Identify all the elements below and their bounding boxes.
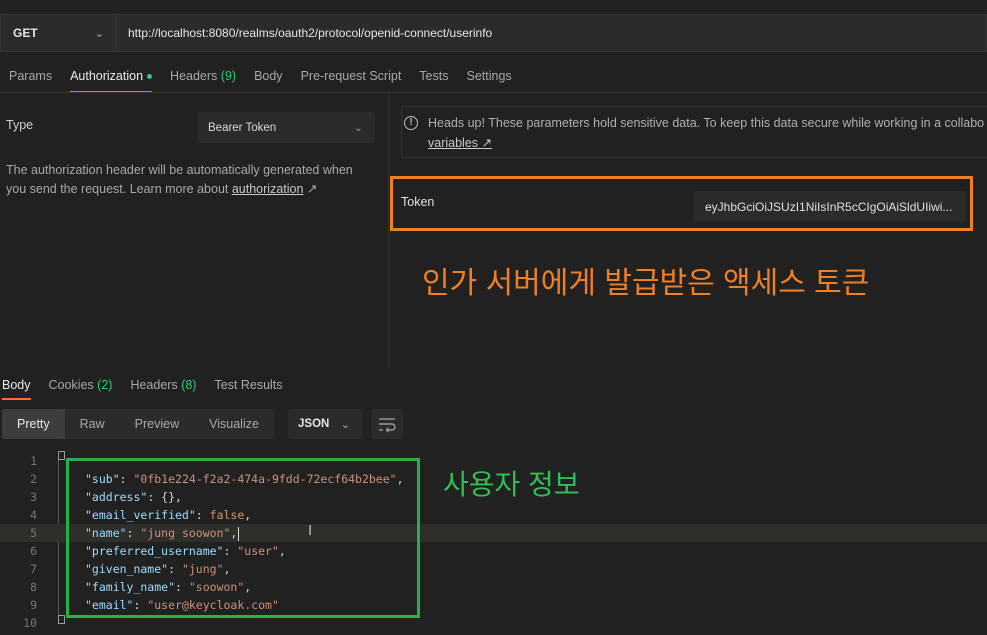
view-raw-button[interactable]: Raw	[65, 409, 120, 439]
tab-headers[interactable]: Headers (9)	[161, 62, 245, 92]
method-label: GET	[13, 26, 38, 40]
auth-type-label: Type	[6, 118, 34, 132]
tab-label: Body	[254, 69, 283, 83]
view-preview-button[interactable]: Preview	[120, 409, 194, 439]
token-annotation: 인가 서버에게 발급받은 액세스 토큰	[422, 267, 870, 300]
view-mode-group: Pretty Raw Preview Visualize	[2, 409, 274, 439]
method-select[interactable]: GET ⌄	[0, 14, 116, 52]
line-number: 10	[23, 616, 37, 630]
url-input[interactable]: http://localhost:8080/realms/oauth2/prot…	[116, 14, 987, 52]
variables-link[interactable]: variables	[428, 136, 478, 150]
line-number: 8	[30, 580, 37, 594]
format-select[interactable]: JSON ⌄	[288, 409, 362, 439]
tab-label: Params	[9, 69, 53, 83]
chevron-down-icon: ⌄	[340, 419, 350, 431]
tab-test-results[interactable]: Test Results	[214, 372, 290, 398]
tab-label: Tests	[419, 69, 449, 83]
tab-count: (2)	[97, 378, 113, 392]
line-number: 2	[30, 472, 37, 486]
tab-label: Settings	[466, 69, 512, 83]
view-pretty-button[interactable]: Pretty	[2, 409, 65, 439]
view-visualize-button[interactable]: Visualize	[194, 409, 274, 439]
response-tabs: Body Cookies (2) Headers (8) Test Result…	[0, 372, 299, 400]
line-number: 5	[30, 526, 37, 540]
wrap-lines-button[interactable]	[371, 409, 403, 439]
notice-link-row: variables ↗	[428, 135, 492, 150]
line-number: 1	[30, 454, 37, 468]
tab-body[interactable]: Body	[245, 62, 292, 92]
userinfo-annotation: 사용자 정보	[443, 469, 580, 500]
userinfo-highlight-box	[66, 458, 420, 618]
notice-text: Heads up! These parameters hold sensitiv…	[428, 116, 985, 130]
tab-tests[interactable]: Tests	[410, 62, 457, 92]
line-number: 6	[30, 544, 37, 558]
tab-params[interactable]: Params	[0, 62, 61, 92]
auth-type-select[interactable]: Bearer Token ⌄	[198, 112, 375, 143]
auth-type-value: Bearer Token	[208, 121, 277, 134]
info-icon: !	[404, 116, 418, 130]
tab-response-headers[interactable]: Headers (8)	[130, 372, 204, 398]
text-cursor-icon: I	[308, 522, 313, 539]
tab-label: Test Results	[214, 378, 283, 392]
line-number: 4	[30, 508, 37, 522]
auth-description: The authorization header will be automat…	[6, 161, 376, 199]
external-link-icon: ↗	[481, 136, 492, 150]
tab-label: Headers	[130, 378, 178, 392]
divider	[388, 93, 389, 368]
status-dot-icon	[147, 74, 153, 80]
authorization-link[interactable]: authorization	[232, 182, 304, 196]
line-number: 9	[30, 598, 37, 612]
tab-count: (9)	[220, 69, 237, 83]
request-tabs: Params Authorization Headers (9) Body Pr…	[0, 62, 521, 93]
line-number: 7	[30, 562, 37, 576]
chevron-down-icon: ⌄	[94, 28, 104, 40]
tab-count: (8)	[181, 378, 197, 392]
chevron-down-icon: ⌄	[353, 122, 363, 134]
tab-label: Body	[2, 378, 31, 392]
tab-label: Authorization	[70, 69, 144, 83]
line-number: 3	[30, 490, 37, 504]
tab-label: Headers	[170, 69, 218, 83]
divider	[0, 92, 987, 93]
url-text: http://localhost:8080/realms/oauth2/prot…	[128, 26, 493, 40]
tab-label: Pre-request Script	[300, 69, 402, 83]
sensitive-data-notice	[401, 106, 987, 158]
tab-cookies[interactable]: Cookies (2)	[49, 372, 121, 398]
tab-pre-request-script[interactable]: Pre-request Script	[292, 62, 411, 92]
tab-authorization[interactable]: Authorization	[61, 62, 161, 93]
tab-settings[interactable]: Settings	[457, 62, 520, 92]
format-value: JSON	[298, 418, 330, 430]
wrap-lines-icon	[379, 418, 396, 433]
tab-response-body[interactable]: Body	[2, 372, 39, 400]
tab-label: Cookies	[48, 378, 94, 392]
token-highlight-box	[390, 176, 973, 231]
external-link-icon: ↗	[306, 182, 318, 196]
